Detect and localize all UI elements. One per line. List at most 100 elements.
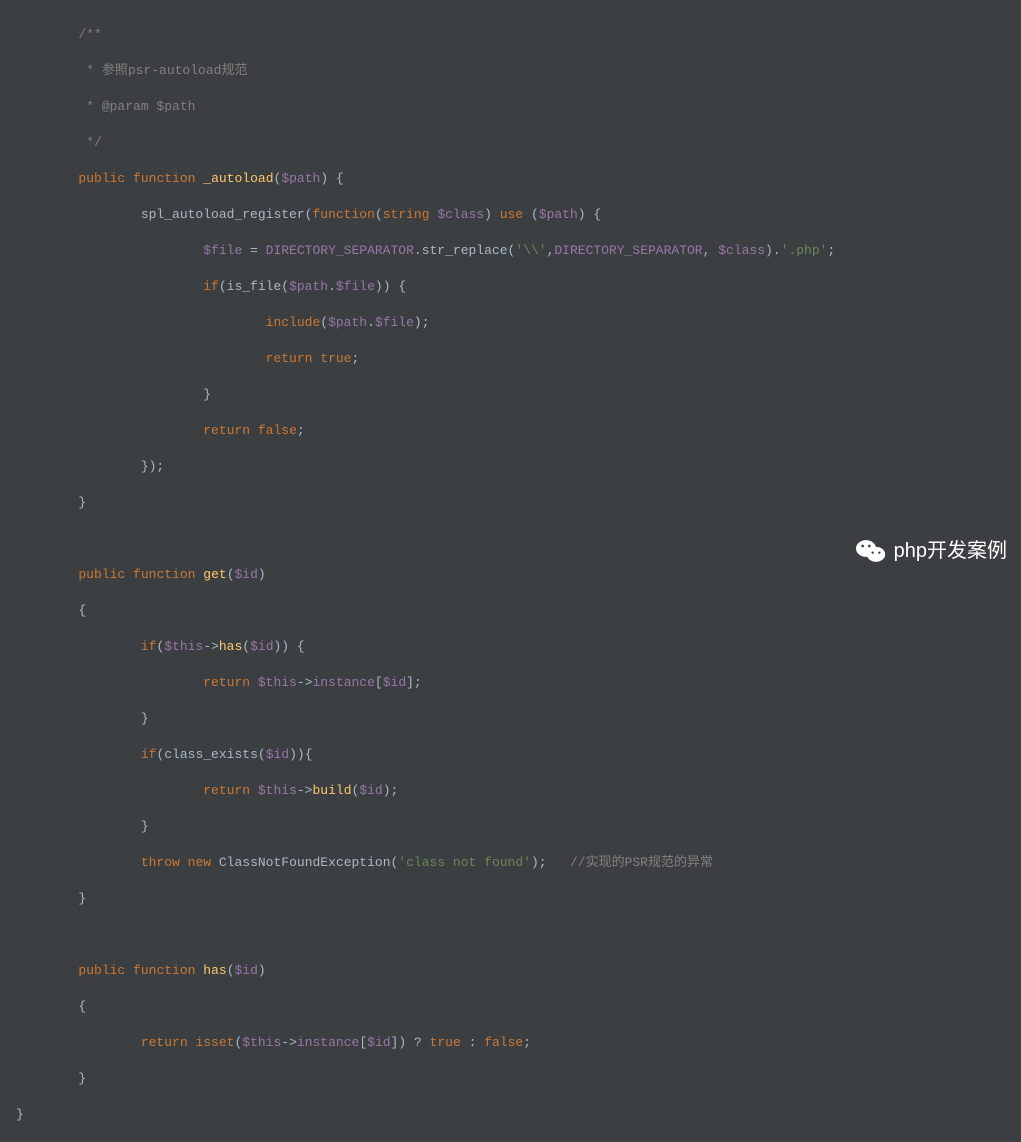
code-line: */ <box>16 134 1021 152</box>
code-line: return false; <box>16 422 1021 440</box>
keyword: return <box>203 783 250 798</box>
variable: $id <box>235 567 258 582</box>
keyword: return <box>141 1035 188 1050</box>
code-line: } <box>16 1106 1021 1124</box>
keyword: throw <box>141 855 180 870</box>
code-line: { <box>16 602 1021 620</box>
variable: $file <box>375 315 414 330</box>
code-line: public function _autoload($path) { <box>16 170 1021 188</box>
variable: $path <box>328 315 367 330</box>
code-line: } <box>16 386 1021 404</box>
code-line: /** <box>16 26 1021 44</box>
keyword: return <box>203 423 250 438</box>
comment-open: /** <box>78 27 101 42</box>
variable: $class <box>718 243 765 258</box>
code-line: throw new ClassNotFoundException('class … <box>16 854 1021 872</box>
variable: $path <box>289 279 328 294</box>
variable: $id <box>367 1035 390 1050</box>
function-call: class_exists <box>164 747 258 762</box>
variable: $this <box>258 783 297 798</box>
comment-close: */ <box>78 135 101 150</box>
keyword: new <box>188 855 211 870</box>
code-line: if(class_exists($id)){ <box>16 746 1021 764</box>
keyword: isset <box>195 1035 234 1050</box>
variable: $this <box>164 639 203 654</box>
constant: DIRECTORY_SEPARATOR <box>266 243 414 258</box>
code-line: $file = DIRECTORY_SEPARATOR.str_replace(… <box>16 242 1021 260</box>
keyword: if <box>141 747 157 762</box>
string: '.php' <box>781 243 828 258</box>
code-line: } <box>16 890 1021 908</box>
code-line: spl_autoload_register(function(string $c… <box>16 206 1021 224</box>
keyword: string <box>383 207 430 222</box>
property: instance <box>312 675 374 690</box>
code-line: { <box>16 998 1021 1016</box>
string: 'class not found' <box>398 855 531 870</box>
variable: $id <box>250 639 273 654</box>
keyword: return <box>266 351 313 366</box>
keyword: function <box>133 963 195 978</box>
variable: $this <box>258 675 297 690</box>
code-line: return true; <box>16 350 1021 368</box>
code-line <box>16 926 1021 944</box>
code-line: }); <box>16 458 1021 476</box>
function-name: _autoload <box>203 171 273 186</box>
keyword: if <box>203 279 219 294</box>
code-line: return $this->instance[$id]; <box>16 674 1021 692</box>
keyword: public <box>78 171 125 186</box>
code-line: * @param $path <box>16 98 1021 116</box>
watermark-text: php开发案例 <box>894 542 1007 560</box>
code-editor[interactable]: /** * 参照psr-autoload规范 * @param $path */… <box>0 8 1021 1142</box>
variable: $path <box>281 171 320 186</box>
variable: $file <box>336 279 375 294</box>
class-name: ClassNotFoundException <box>219 855 391 870</box>
keyword: true <box>430 1035 461 1050</box>
variable: $id <box>266 747 289 762</box>
code-line: return $this->build($id); <box>16 782 1021 800</box>
constant: DIRECTORY_SEPARATOR <box>554 243 702 258</box>
code-line: public function get($id) <box>16 566 1021 584</box>
function-call: spl_autoload_register <box>141 207 305 222</box>
string: '\\' <box>515 243 546 258</box>
keyword: function <box>133 567 195 582</box>
variable: $file <box>203 243 242 258</box>
keyword: function <box>312 207 374 222</box>
wechat-icon <box>856 538 886 564</box>
variable: $id <box>359 783 382 798</box>
code-line: public function has($id) <box>16 962 1021 980</box>
variable: $this <box>242 1035 281 1050</box>
keyword: public <box>78 567 125 582</box>
function-call: is_file <box>227 279 282 294</box>
keyword: true <box>320 351 351 366</box>
code-line: if($this->has($id)) { <box>16 638 1021 656</box>
keyword: use <box>500 207 523 222</box>
code-line: } <box>16 710 1021 728</box>
code-line: * 参照psr-autoload规范 <box>16 62 1021 80</box>
variable: $id <box>235 963 258 978</box>
variable: $class <box>437 207 484 222</box>
variable: $id <box>383 675 406 690</box>
code-line: } <box>16 818 1021 836</box>
code-line: } <box>16 494 1021 512</box>
keyword: false <box>484 1035 523 1050</box>
line-comment: //实现的PSR规范的异常 <box>570 855 713 870</box>
method-call: build <box>312 783 351 798</box>
variable: $path <box>539 207 578 222</box>
method-call: has <box>219 639 242 654</box>
code-line: if(is_file($path.$file)) { <box>16 278 1021 296</box>
function-call: str_replace <box>422 243 508 258</box>
keyword: return <box>203 675 250 690</box>
function-name: has <box>203 963 226 978</box>
watermark: php开发案例 <box>856 538 1007 564</box>
code-line: } <box>16 1070 1021 1088</box>
code-line: return isset($this->instance[$id]) ? tru… <box>16 1034 1021 1052</box>
comment-text: * 参照psr-autoload规范 <box>78 63 247 78</box>
property: instance <box>297 1035 359 1050</box>
keyword: public <box>78 963 125 978</box>
code-line: include($path.$file); <box>16 314 1021 332</box>
keyword: false <box>258 423 297 438</box>
keyword: function <box>133 171 195 186</box>
keyword: include <box>266 315 321 330</box>
keyword: if <box>141 639 157 654</box>
function-name: get <box>203 567 226 582</box>
